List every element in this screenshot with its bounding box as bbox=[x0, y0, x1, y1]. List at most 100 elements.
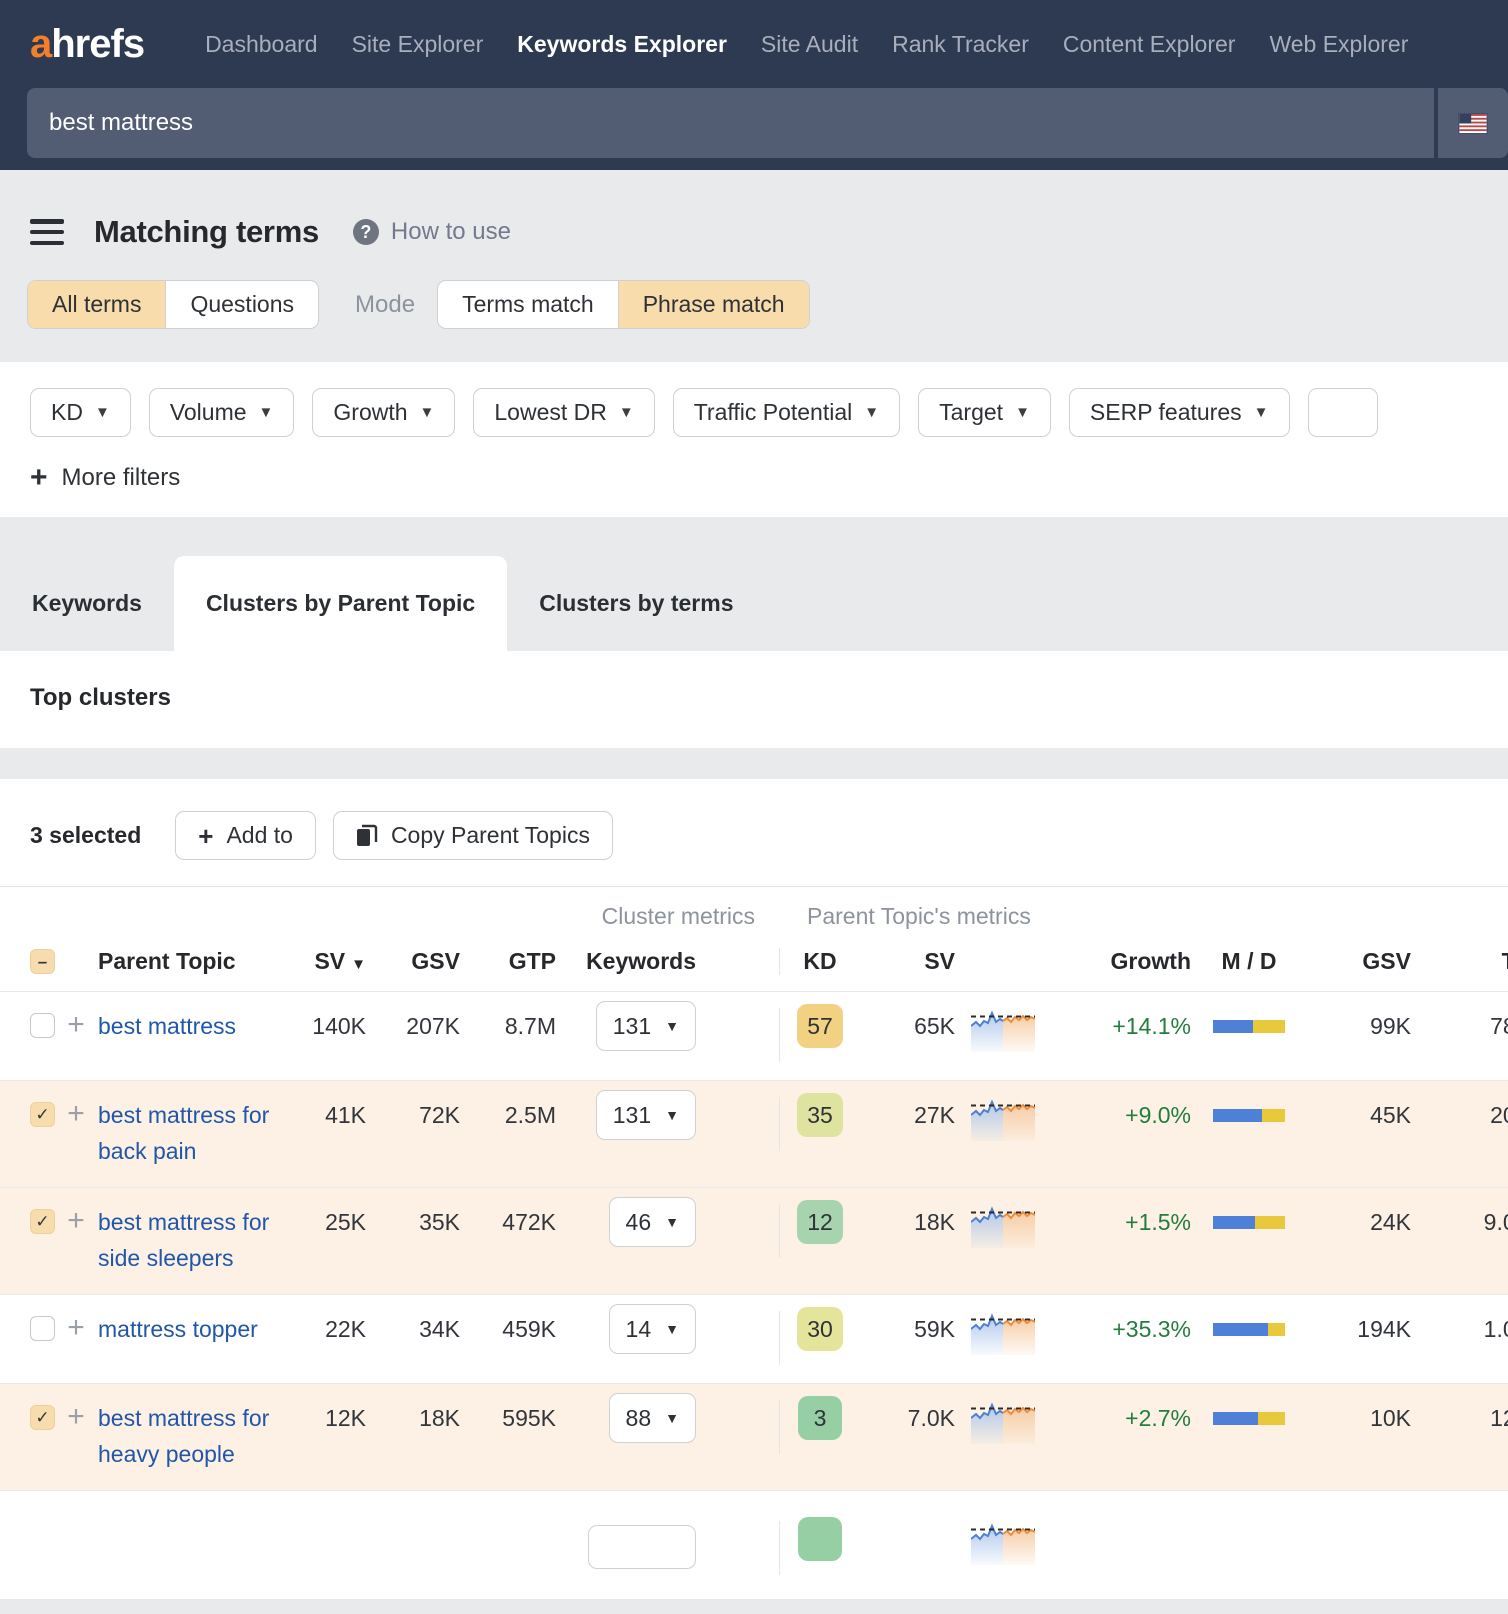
kd-badge: 12 bbox=[797, 1200, 843, 1244]
parent-topic-link[interactable]: best mattress bbox=[98, 1013, 236, 1039]
cell-tp: 20K bbox=[1411, 1097, 1508, 1133]
menu-icon[interactable] bbox=[30, 219, 64, 245]
how-to-use-link[interactable]: ? How to use bbox=[353, 218, 511, 246]
select-all-checkbox[interactable]: – bbox=[30, 949, 55, 974]
toggle-terms-match[interactable]: Terms match bbox=[438, 281, 619, 328]
help-icon: ? bbox=[353, 219, 379, 245]
row-checkbox[interactable]: ✓ bbox=[30, 1102, 55, 1127]
terms-toggle-group: All terms Questions bbox=[27, 280, 319, 329]
chevron-down-icon: ▼ bbox=[665, 1400, 679, 1436]
more-filters-button[interactable]: + More filters bbox=[30, 463, 1508, 493]
filter-traffic-potential[interactable]: Traffic Potential▼ bbox=[673, 388, 900, 437]
nav-item-rank-tracker[interactable]: Rank Tracker bbox=[892, 31, 1029, 58]
md-yellow-segment bbox=[1255, 1216, 1285, 1229]
table-row: + bbox=[0, 1490, 1508, 1593]
cell-gtp: 2.5M bbox=[460, 1097, 556, 1133]
table-row: + best mattress 140K 207K 8.7M 131 ▼ 57 … bbox=[0, 991, 1508, 1080]
add-row-icon[interactable]: + bbox=[67, 1204, 85, 1237]
result-tabs: Keywords Clusters by Parent Topic Cluste… bbox=[0, 556, 1508, 651]
nav-item-keywords-explorer[interactable]: Keywords Explorer bbox=[517, 31, 727, 58]
col-gtp[interactable]: GTP bbox=[460, 948, 556, 975]
keywords-count: 88 bbox=[626, 1400, 652, 1436]
tab-clusters-by-terms[interactable]: Clusters by terms bbox=[507, 556, 765, 651]
cell-parent-gsv: 194K bbox=[1307, 1311, 1411, 1347]
cell-gsv: 34K bbox=[366, 1311, 460, 1347]
col-md[interactable]: M / D bbox=[1191, 948, 1307, 975]
md-yellow-segment bbox=[1268, 1323, 1285, 1336]
keywords-dropdown-button[interactable]: 131 ▼ bbox=[596, 1090, 696, 1140]
cell-parent-gsv: 10K bbox=[1307, 1400, 1411, 1436]
copy-icon bbox=[356, 824, 378, 848]
nav-item-web-explorer[interactable]: Web Explorer bbox=[1269, 31, 1408, 58]
parent-topic-link[interactable]: mattress topper bbox=[98, 1316, 258, 1342]
sv-trend-sparkline bbox=[971, 1398, 1035, 1444]
plus-icon: + bbox=[198, 823, 213, 849]
add-row-icon[interactable]: + bbox=[67, 1008, 85, 1041]
add-row-icon[interactable]: + bbox=[67, 1400, 85, 1433]
nav-item-content-explorer[interactable]: Content Explorer bbox=[1063, 31, 1236, 58]
filter-volume[interactable]: Volume▼ bbox=[149, 388, 295, 437]
col-gsv[interactable]: GSV bbox=[366, 948, 460, 975]
kd-badge: 30 bbox=[797, 1307, 843, 1351]
chevron-down-icon: ▼ bbox=[420, 404, 435, 421]
chevron-down-icon: ▼ bbox=[665, 1311, 679, 1347]
cell-sv: 41K bbox=[280, 1097, 366, 1133]
cell-growth: +35.3% bbox=[1051, 1311, 1191, 1347]
cell-gsv: 35K bbox=[366, 1204, 460, 1240]
tab-keywords[interactable]: Keywords bbox=[0, 556, 174, 651]
cell-sv: 22K bbox=[280, 1311, 366, 1347]
add-row-icon[interactable]: + bbox=[67, 1311, 85, 1344]
nav-item-site-explorer[interactable]: Site Explorer bbox=[352, 31, 484, 58]
search-row: best mattress bbox=[0, 88, 1508, 170]
row-checkbox[interactable] bbox=[30, 1013, 55, 1038]
parent-topic-link[interactable]: best mattress for back pain bbox=[98, 1102, 269, 1164]
col-parent-topic[interactable]: Parent Topic bbox=[98, 948, 280, 975]
table-row: ✓ + best mattress for back pain 41K 72K … bbox=[0, 1080, 1508, 1187]
add-row-icon[interactable]: + bbox=[67, 1097, 85, 1130]
keywords-dropdown-button[interactable] bbox=[588, 1525, 696, 1569]
nav-item-dashboard[interactable]: Dashboard bbox=[205, 31, 318, 58]
row-checkbox[interactable]: ✓ bbox=[30, 1209, 55, 1234]
keywords-dropdown-button[interactable]: 14 ▼ bbox=[609, 1304, 696, 1354]
toggle-questions[interactable]: Questions bbox=[166, 281, 318, 328]
filter-target[interactable]: Target▼ bbox=[918, 388, 1051, 437]
row-checkbox[interactable]: ✓ bbox=[30, 1405, 55, 1430]
parent-topic-link[interactable]: best mattress for side sleepers bbox=[98, 1209, 269, 1271]
filter-serp-features[interactable]: SERP features▼ bbox=[1069, 388, 1290, 437]
filter-lowest-dr[interactable]: Lowest DR▼ bbox=[473, 388, 654, 437]
sv-trend-sparkline bbox=[971, 1309, 1035, 1355]
col-keywords[interactable]: Keywords bbox=[556, 948, 718, 975]
keywords-dropdown-button[interactable]: 88 ▼ bbox=[609, 1393, 696, 1443]
md-blue-segment bbox=[1213, 1216, 1255, 1229]
nav-item-site-audit[interactable]: Site Audit bbox=[761, 31, 858, 58]
filter-overflow[interactable] bbox=[1308, 388, 1378, 437]
add-to-button[interactable]: + Add to bbox=[175, 811, 316, 860]
filter-kd[interactable]: KD▼ bbox=[30, 388, 131, 437]
col-growth[interactable]: Growth bbox=[1051, 948, 1191, 975]
md-blue-segment bbox=[1213, 1109, 1262, 1122]
selected-count: 3 selected bbox=[30, 822, 141, 849]
country-selector[interactable] bbox=[1434, 88, 1508, 158]
parent-topic-link[interactable]: best mattress for heavy people bbox=[98, 1405, 269, 1467]
col-parent-sv[interactable]: SV bbox=[860, 948, 955, 975]
row-checkbox[interactable] bbox=[30, 1316, 55, 1341]
ahrefs-logo[interactable]: ahrefs bbox=[30, 22, 144, 67]
tab-clusters-by-parent-topic[interactable]: Clusters by Parent Topic bbox=[174, 556, 507, 651]
keywords-dropdown-button[interactable]: 46 ▼ bbox=[609, 1197, 696, 1247]
mobile-desktop-bar bbox=[1213, 1412, 1285, 1425]
sv-trend-sparkline bbox=[971, 1202, 1035, 1248]
mode-label: Mode bbox=[355, 291, 415, 319]
chevron-down-icon: ▼ bbox=[1254, 404, 1269, 421]
toggle-all-terms[interactable]: All terms bbox=[28, 281, 166, 328]
keywords-dropdown-button[interactable]: 131 ▼ bbox=[596, 1001, 696, 1051]
col-sv[interactable]: SV▼ bbox=[280, 948, 366, 975]
filter-growth[interactable]: Growth▼ bbox=[312, 388, 455, 437]
toggle-phrase-match[interactable]: Phrase match bbox=[619, 281, 809, 328]
keyword-search-input[interactable]: best mattress bbox=[27, 88, 1434, 158]
copy-parent-topics-button[interactable]: Copy Parent Topics bbox=[333, 811, 613, 860]
col-kd[interactable]: KD bbox=[780, 948, 860, 975]
col-tp[interactable]: TP bbox=[1411, 948, 1508, 975]
cell-tp: 78K bbox=[1411, 1008, 1508, 1044]
col-parent-gsv[interactable]: GSV bbox=[1307, 948, 1411, 975]
group-parent-topic-metrics: Parent Topic's metrics bbox=[779, 903, 1508, 930]
